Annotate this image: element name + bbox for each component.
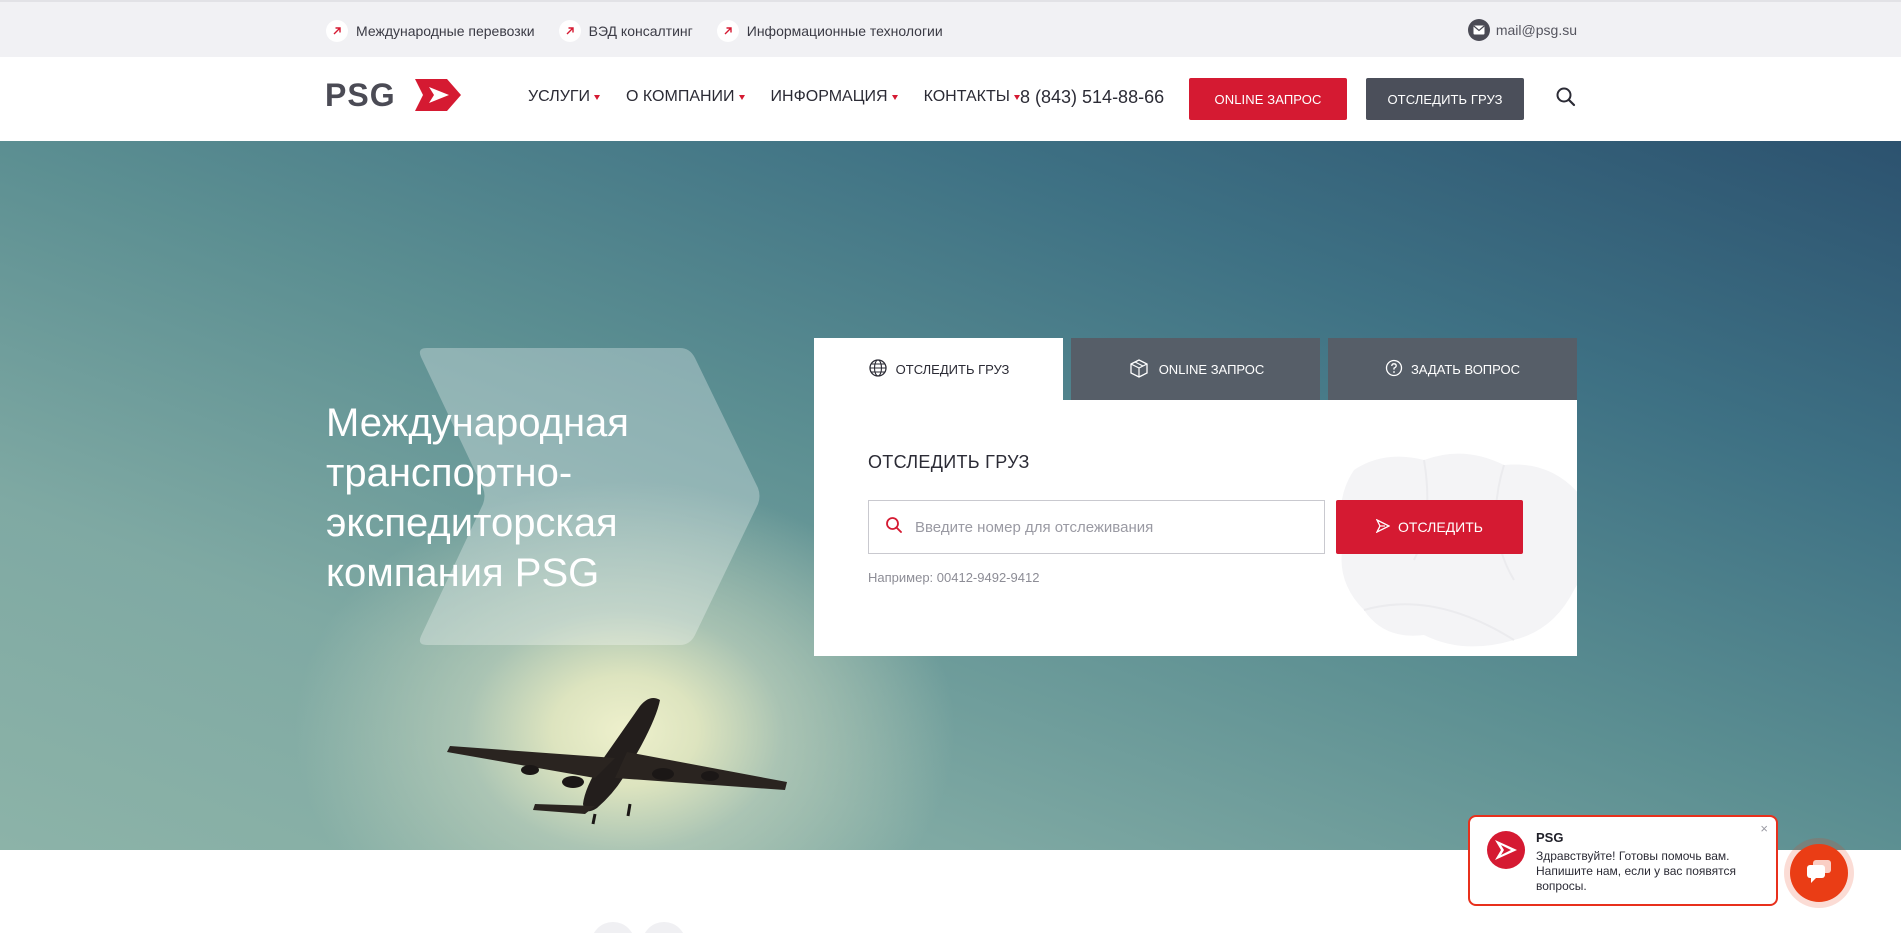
track-submit-button[interactable]: ОТСЛЕДИТЬ xyxy=(1336,500,1523,554)
top-link-label: Международные перевозки xyxy=(356,23,535,39)
track-button-label: ОТСЛЕДИТЬ xyxy=(1398,519,1483,535)
question-icon xyxy=(1385,359,1403,380)
nav-item-services[interactable]: УСЛУГИ xyxy=(528,88,601,106)
psg-logo[interactable]: PSG xyxy=(325,77,461,113)
phone-link[interactable]: 8 (843) 514-88-66 xyxy=(1020,87,1164,108)
send-arrow-icon xyxy=(1375,518,1391,536)
chat-launcher-button[interactable] xyxy=(1790,844,1848,902)
header: PSG УСЛУГИ О КОМПАНИИ ИНФОРМАЦИЯ КОНТАКТ… xyxy=(0,57,1901,141)
caret-down-icon xyxy=(738,95,745,100)
tracking-number-input[interactable] xyxy=(915,518,1295,536)
online-request-button[interactable]: ONLINE ЗАПРОС xyxy=(1189,78,1347,120)
nav-item-label: О КОМПАНИИ xyxy=(626,88,735,105)
caret-down-icon xyxy=(594,95,601,100)
top-links: Международные перевозки ВЭД консалтинг И… xyxy=(326,20,943,42)
chat-message: Здравствуйте! Готовы помочь вам. Напишит… xyxy=(1536,849,1737,893)
nav-item-label: ИНФОРМАЦИЯ xyxy=(770,88,888,105)
arrow-up-right-icon xyxy=(326,20,348,42)
nav-item-label: УСЛУГИ xyxy=(528,88,591,105)
panel-title: ОТСЛЕДИТЬ ГРУЗ xyxy=(868,452,1030,472)
nav-item-info[interactable]: ИНФОРМАЦИЯ xyxy=(771,88,898,106)
decorative-circle xyxy=(642,922,686,933)
arrow-up-right-icon xyxy=(558,20,581,42)
tab-online-request[interactable]: ONLINE ЗАПРОС xyxy=(1071,338,1320,400)
email-text: mail@psg.su xyxy=(1495,22,1577,38)
parcel-icon xyxy=(1127,356,1151,383)
nav-item-contacts[interactable]: КОНТАКТЫ xyxy=(924,88,1020,106)
tab-label: ЗАДАТЬ ВОПРОС xyxy=(1410,361,1521,377)
chat-icon xyxy=(1805,858,1833,889)
svg-text:PSG: PSG xyxy=(325,77,396,113)
top-link-international-transport[interactable]: Международные перевозки xyxy=(326,20,535,42)
tab-label: ОТСЛЕДИТЬ ГРУЗ xyxy=(895,361,1010,377)
chat-popup[interactable]: PSG Здравствуйте! Готовы помочь вам. Нап… xyxy=(1468,815,1778,906)
top-link-ved-consulting[interactable]: ВЭД консалтинг xyxy=(558,20,693,42)
tracking-example: Например: 00412-9492-9412 xyxy=(868,570,1040,585)
search-icon xyxy=(885,516,903,539)
tracking-tabs: ОТСЛЕДИТЬ ГРУЗ ONLINE ЗАПРОС ЗАДАТЬ ВОПР… xyxy=(814,338,1577,400)
top-bar: Международные перевозки ВЭД консалтинг И… xyxy=(0,0,1901,57)
top-link-it[interactable]: Информационные технологии xyxy=(716,20,943,42)
decorative-circle xyxy=(591,922,635,933)
search-icon[interactable] xyxy=(1555,86,1577,108)
caret-down-icon xyxy=(1013,95,1020,100)
tab-track-cargo[interactable]: ОТСЛЕДИТЬ ГРУЗ xyxy=(814,338,1063,400)
hero-banner: Международная транспортно-экспедиторская… xyxy=(0,141,1901,850)
nav-item-label: КОНТАКТЫ xyxy=(923,88,1010,105)
top-link-label: Информационные технологии xyxy=(746,23,943,39)
track-cargo-button[interactable]: ОТСЛЕДИТЬ ГРУЗ xyxy=(1366,78,1524,120)
mail-icon xyxy=(1467,19,1490,41)
chat-avatar xyxy=(1487,831,1525,869)
main-nav: УСЛУГИ О КОМПАНИИ ИНФОРМАЦИЯ КОНТАКТЫ xyxy=(528,88,1020,106)
caret-down-icon xyxy=(891,95,898,100)
chat-sender-name: PSG xyxy=(1536,830,1564,845)
arrow-up-right-icon xyxy=(716,20,739,42)
close-icon[interactable]: × xyxy=(1760,821,1768,836)
tracking-panel: ОТСЛЕДИТЬ ГРУЗ ОТСЛЕДИТЬ Например: 00412… xyxy=(814,400,1577,656)
globe-icon xyxy=(868,358,888,381)
airplane-image xyxy=(447,698,787,825)
email-link[interactable]: mail@psg.su xyxy=(1467,19,1577,41)
top-link-label: ВЭД консалтинг xyxy=(588,23,693,39)
tab-ask-question[interactable]: ЗАДАТЬ ВОПРОС xyxy=(1328,338,1577,400)
hero-title: Международная транспортно-экспедиторская… xyxy=(326,401,629,595)
tracking-input-wrapper xyxy=(868,500,1325,554)
nav-item-about[interactable]: О КОМПАНИИ xyxy=(626,88,745,106)
tab-label: ONLINE ЗАПРОС xyxy=(1158,361,1265,377)
